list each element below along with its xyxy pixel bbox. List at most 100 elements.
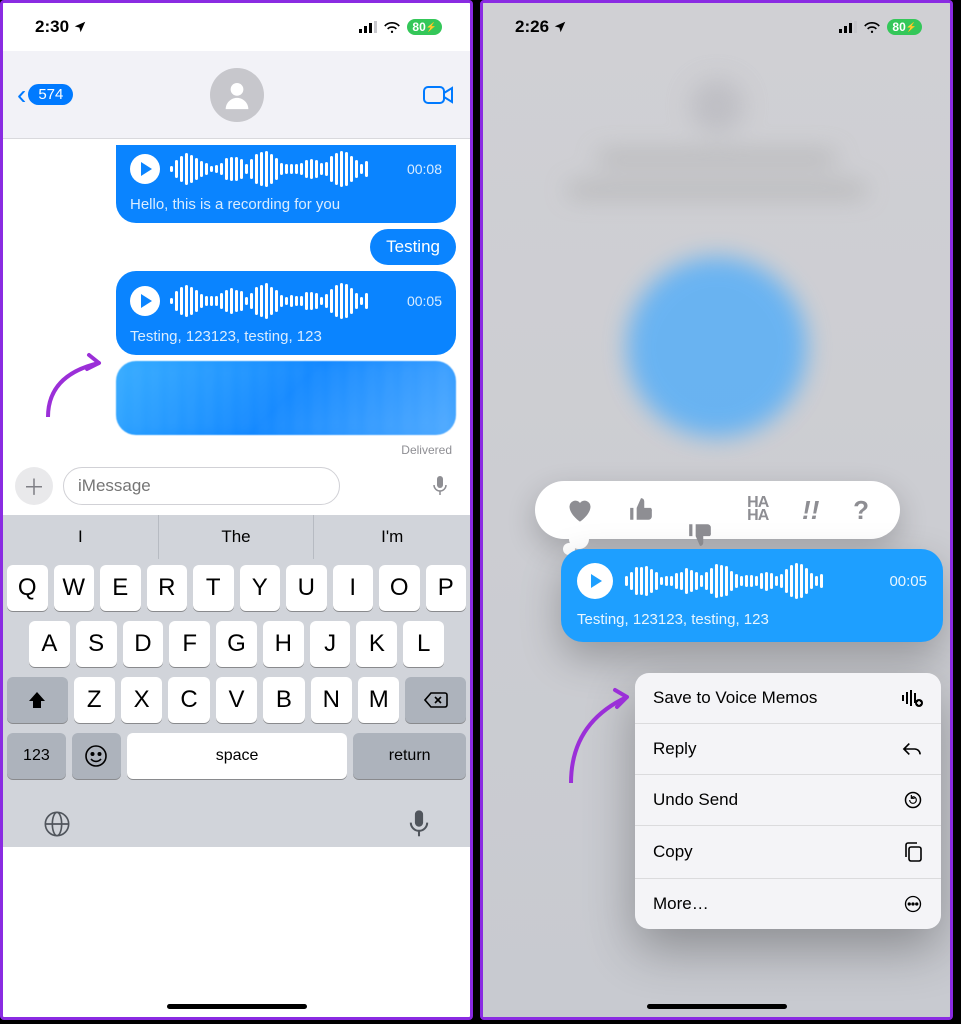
key-n[interactable]: N [311, 677, 352, 723]
message-list[interactable]: /*placeholder*/ 00:08 Hello, this is a r… [3, 139, 470, 457]
play-button[interactable] [130, 154, 160, 184]
selected-audio-message[interactable]: 00:05 Testing, 123123, testing, 123 [561, 549, 943, 642]
status-bar: 2:30 80⚡ [3, 3, 470, 51]
audio-message-1[interactable]: /*placeholder*/ 00:08 Hello, this is a r… [116, 145, 456, 223]
audio-duration: 00:05 [407, 293, 442, 309]
audio-duration: 00:08 [407, 161, 442, 177]
waveform-icon [625, 563, 877, 599]
home-indicator[interactable] [167, 1004, 307, 1009]
battery-indicator: 80⚡ [887, 19, 922, 35]
thumbs-up-icon[interactable] [628, 497, 654, 523]
compose-bar: ＋ [3, 457, 470, 515]
status-time: 2:26 [515, 17, 549, 37]
back-button[interactable]: ‹ 574 [17, 81, 73, 109]
unread-badge: 574 [28, 84, 73, 105]
key-c[interactable]: C [168, 677, 209, 723]
key-w[interactable]: W [54, 565, 95, 611]
emoji-key[interactable] [72, 733, 121, 779]
status-time: 2:30 [35, 17, 69, 37]
key-q[interactable]: Q [7, 565, 48, 611]
reply-icon [901, 740, 923, 758]
key-j[interactable]: J [310, 621, 351, 667]
key-i[interactable]: I [333, 565, 374, 611]
screenshot-left: 2:30 80⚡ ‹ 574 [0, 0, 473, 1020]
key-f[interactable]: F [169, 621, 210, 667]
key-g[interactable]: G [216, 621, 257, 667]
key-t[interactable]: T [193, 565, 234, 611]
heart-icon[interactable] [566, 497, 594, 523]
apps-button[interactable]: ＋ [15, 467, 53, 505]
facetime-button[interactable] [422, 83, 456, 107]
cell-signal-icon [359, 21, 377, 33]
key-r[interactable]: R [147, 565, 188, 611]
key-u[interactable]: U [286, 565, 327, 611]
location-icon [553, 20, 567, 34]
redacted-message[interactable] [116, 361, 456, 435]
play-button[interactable] [577, 563, 613, 599]
nav-header: ‹ 574 [3, 51, 470, 139]
home-indicator[interactable] [647, 1004, 787, 1009]
key-a[interactable]: A [29, 621, 70, 667]
delivered-status: Delivered [401, 443, 452, 457]
audio-message-2[interactable]: 00:05 Testing, 123123, testing, 123 [116, 271, 456, 355]
quicktype-bar: I The I'm [3, 515, 470, 559]
audio-transcript: Hello, this is a recording for you [130, 196, 442, 213]
keyboard[interactable]: QWERTYUIOP ASDFGHJKL ZXCVBNM 123 space r… [3, 559, 470, 797]
key-h[interactable]: H [263, 621, 304, 667]
return-key[interactable]: return [353, 733, 466, 779]
waveform-icon [170, 283, 397, 319]
suggestion[interactable]: The [159, 515, 315, 559]
delete-key[interactable] [405, 677, 466, 723]
audio-duration: 00:05 [889, 573, 927, 590]
key-k[interactable]: K [356, 621, 397, 667]
menu-save-to-voice-memos[interactable]: Save to Voice Memos [635, 673, 941, 724]
key-y[interactable]: Y [240, 565, 281, 611]
key-p[interactable]: P [426, 565, 467, 611]
waveform-icon: /*placeholder*/ [170, 151, 397, 187]
battery-indicator: 80⚡ [407, 19, 442, 35]
menu-undo-send[interactable]: Undo Send [635, 775, 941, 826]
copy-icon [903, 841, 923, 863]
status-bar: 2:26 80⚡ [483, 3, 950, 51]
suggestion[interactable]: I'm [314, 515, 470, 559]
dictation-icon[interactable] [432, 475, 448, 497]
wifi-icon [383, 21, 401, 34]
key-d[interactable]: D [123, 621, 164, 667]
haha-icon[interactable]: HAHA [747, 497, 768, 523]
mic-icon[interactable] [408, 809, 430, 839]
shift-key[interactable] [7, 677, 68, 723]
waveform-plus-icon [901, 689, 923, 707]
exclaim-icon[interactable]: !! [802, 495, 819, 526]
key-o[interactable]: O [379, 565, 420, 611]
key-s[interactable]: S [76, 621, 117, 667]
chevron-left-icon: ‹ [17, 81, 26, 109]
key-e[interactable]: E [100, 565, 141, 611]
menu-more[interactable]: More… [635, 879, 941, 929]
text-message[interactable]: Testing [370, 229, 456, 265]
key-x[interactable]: X [121, 677, 162, 723]
contact-avatar[interactable] [210, 68, 264, 122]
wifi-icon [863, 21, 881, 34]
globe-icon[interactable] [43, 810, 71, 838]
question-icon[interactable]: ? [853, 495, 869, 526]
key-z[interactable]: Z [74, 677, 115, 723]
message-input[interactable] [63, 467, 340, 505]
cell-signal-icon [839, 21, 857, 33]
menu-copy[interactable]: Copy [635, 826, 941, 879]
thumbs-down-icon[interactable] [687, 497, 713, 523]
play-button[interactable] [130, 286, 160, 316]
key-l[interactable]: L [403, 621, 444, 667]
numbers-key[interactable]: 123 [7, 733, 66, 779]
audio-transcript: Testing, 123123, testing, 123 [577, 611, 927, 628]
more-icon [903, 894, 923, 914]
menu-reply[interactable]: Reply [635, 724, 941, 775]
space-key[interactable]: space [127, 733, 348, 779]
suggestion[interactable]: I [3, 515, 159, 559]
tapback-bar: HAHA !! ? [535, 481, 900, 539]
key-b[interactable]: B [263, 677, 304, 723]
key-v[interactable]: V [216, 677, 257, 723]
key-m[interactable]: M [358, 677, 399, 723]
screenshot-right: 2:26 80⚡ [480, 0, 953, 1020]
context-menu: Save to Voice Memos Reply Undo Send Copy… [635, 673, 941, 929]
undo-icon [903, 790, 923, 810]
